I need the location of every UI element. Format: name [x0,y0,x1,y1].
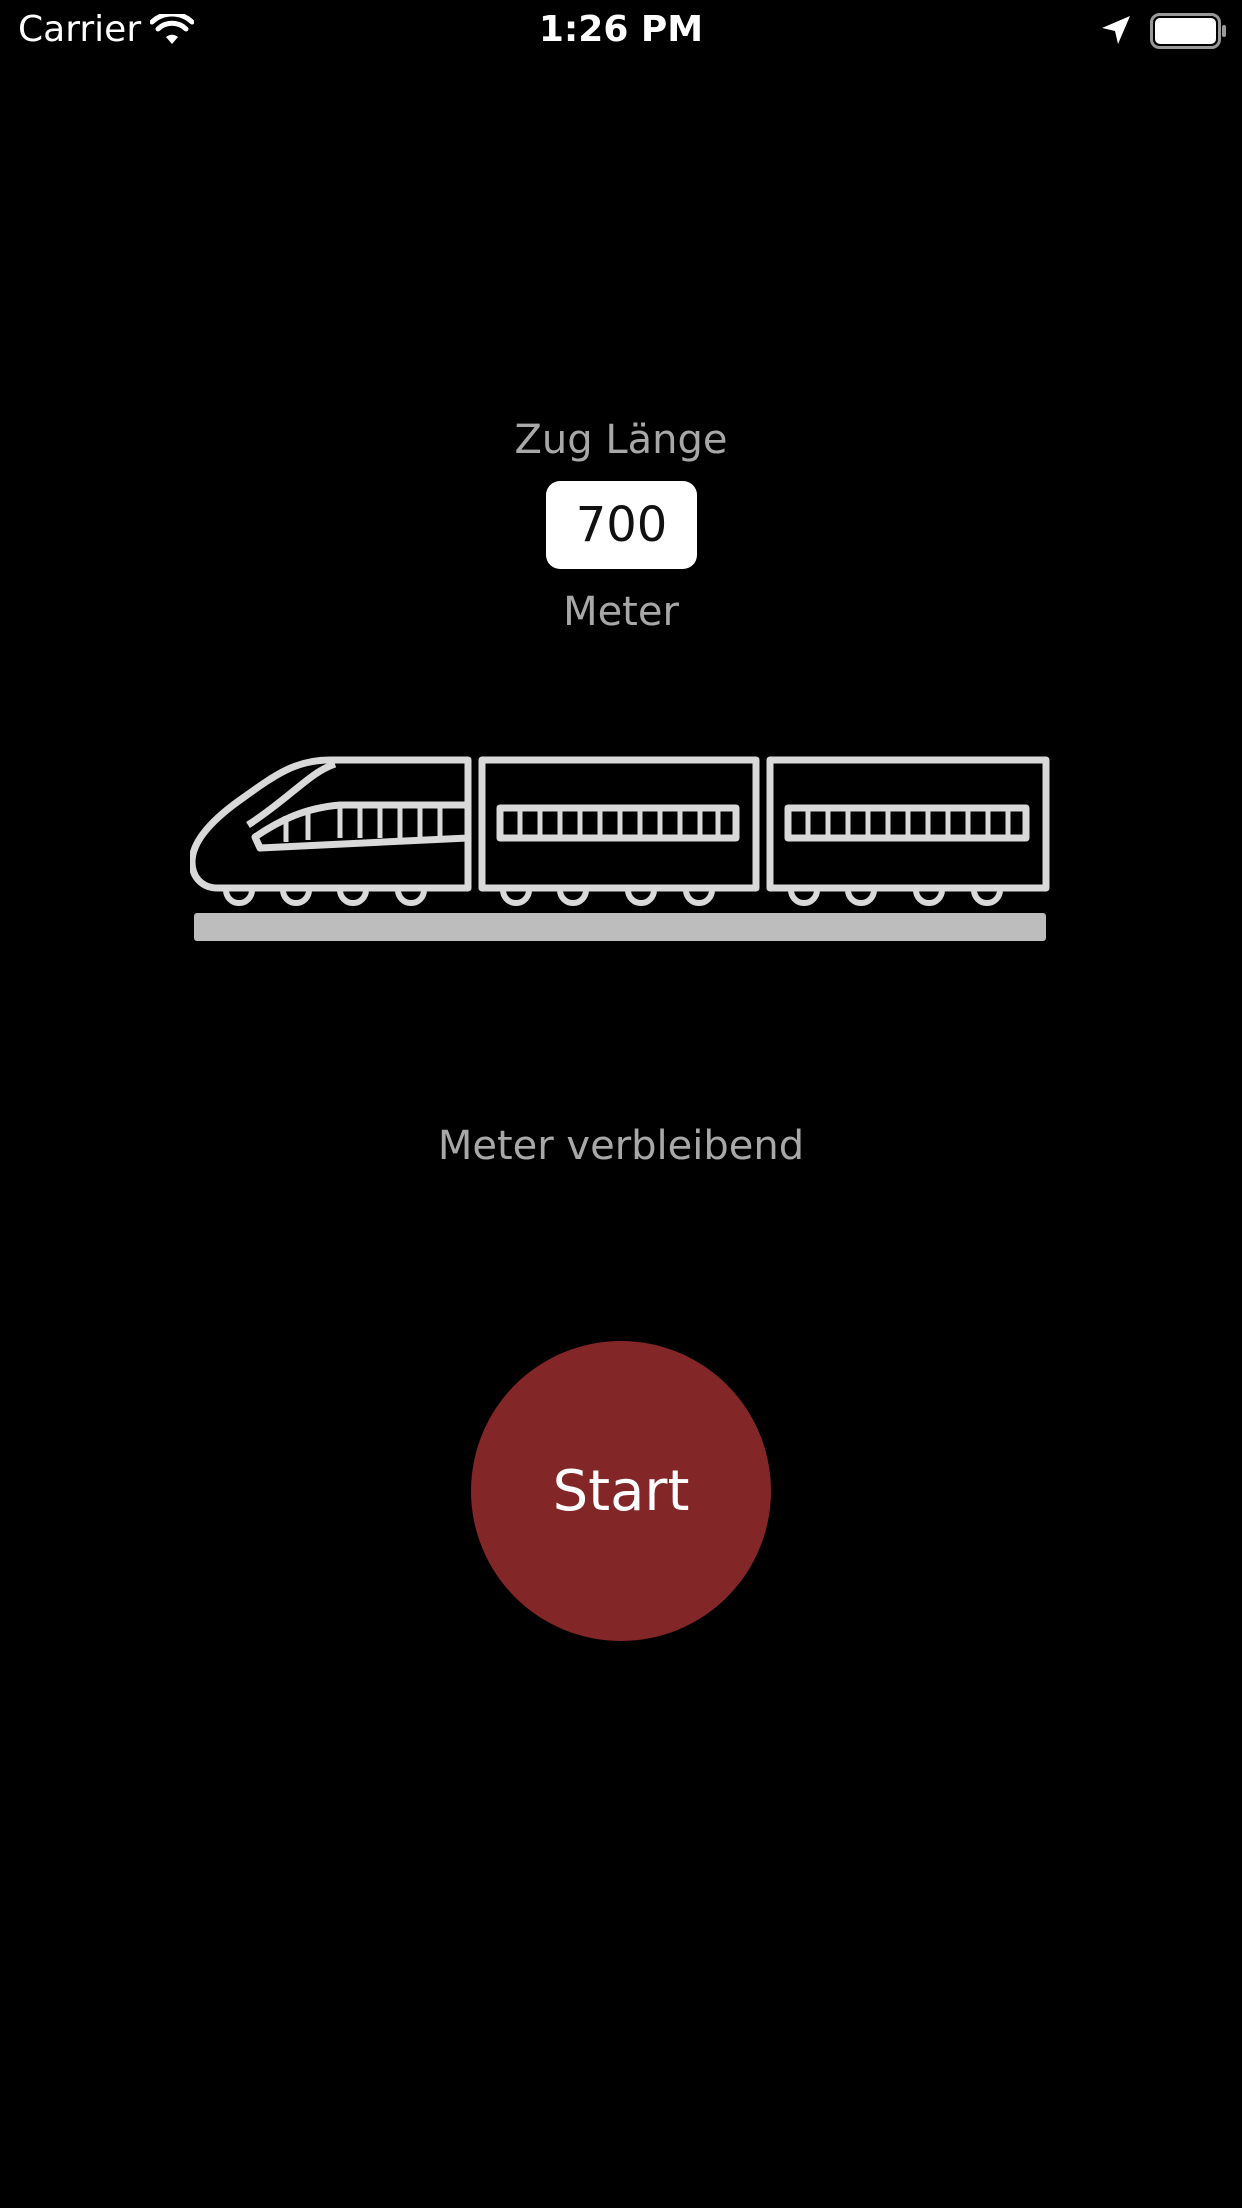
train-length-input[interactable] [546,481,697,569]
status-bar: Carrier 1:26 PM [0,0,1242,60]
train-length-label: Zug Länge [514,417,728,463]
location-icon [1102,16,1130,44]
battery-icon [1150,13,1226,49]
train-icon [190,756,1050,941]
start-button[interactable]: Start [471,1341,771,1641]
remaining-meters-label: Meter verbleibend [437,1123,805,1169]
status-time: 1:26 PM [538,9,704,50]
unit-label: Meter [563,589,679,635]
